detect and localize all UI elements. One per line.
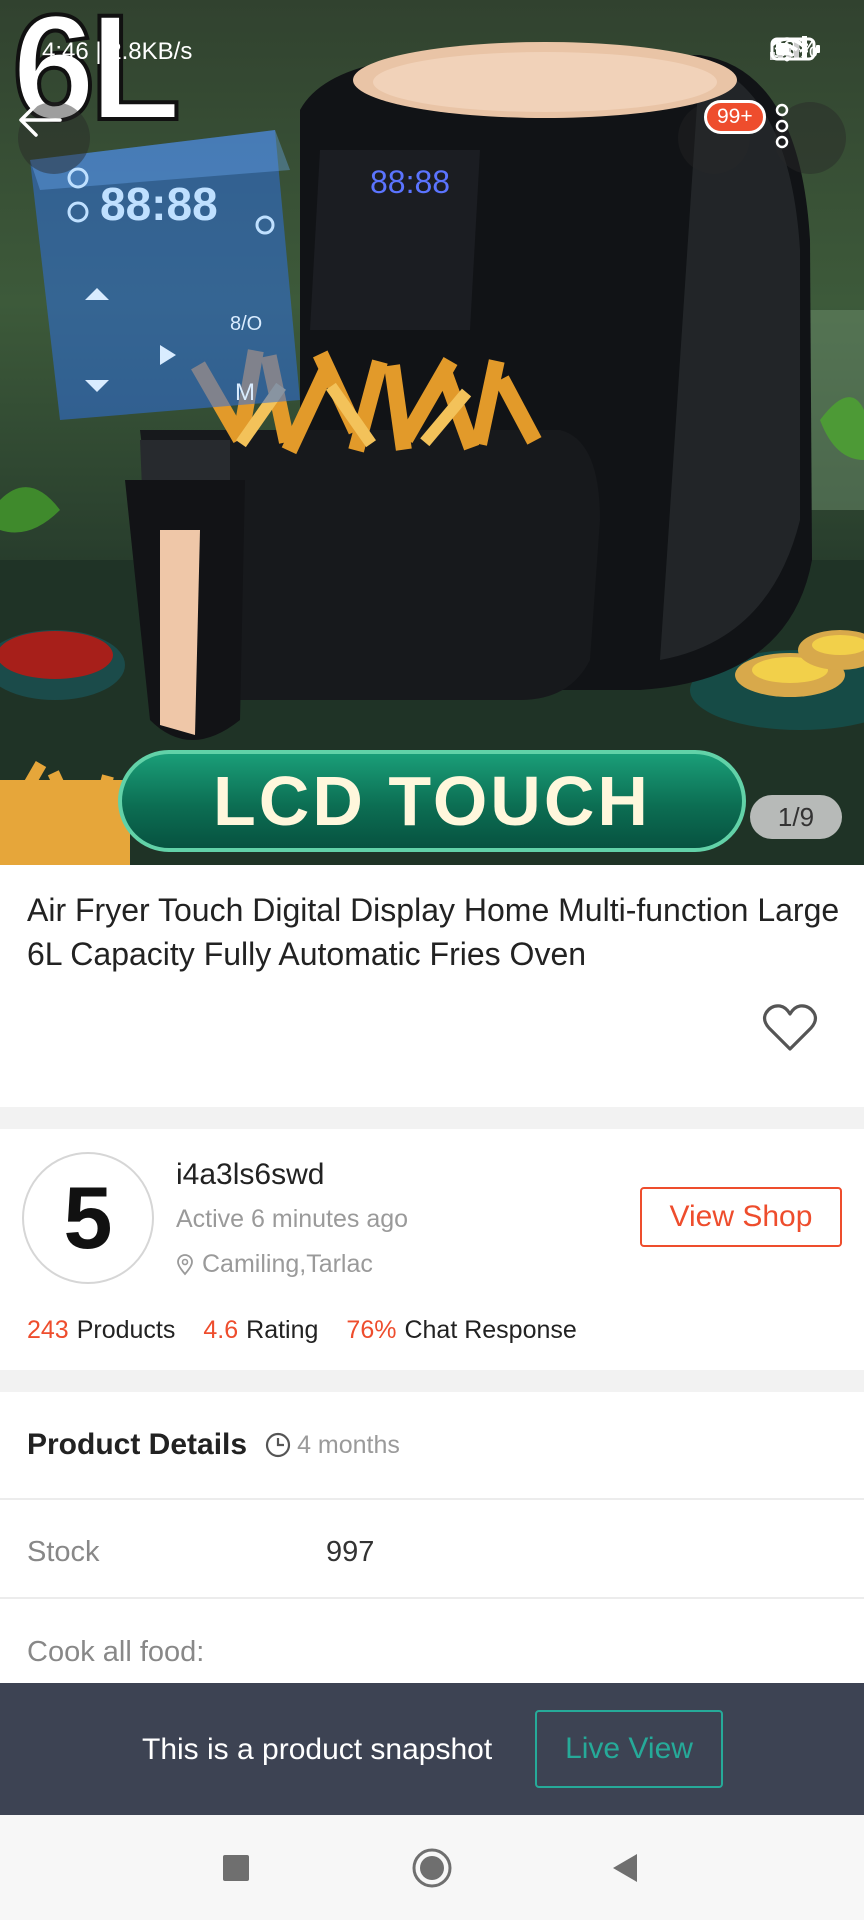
home-button[interactable] [392,1815,472,1920]
shop-active-status: Active 6 minutes ago [176,1205,409,1233]
shop-name[interactable]: i4a3ls6swd [176,1158,324,1192]
section-divider [0,1107,864,1129]
cook-all-food-label: Cook all food: [27,1636,205,1668]
shop-location: Camiling,Tarlac [176,1250,373,1279]
heart-icon [762,1004,818,1051]
product-title: Air Fryer Touch Digital Display Home Mul… [27,892,840,972]
cart-badge: 99+ [704,100,766,134]
status-bar: 4:46 | 2.8KB/s 3 [0,0,864,100]
snapshot-notice: This is a product snapshot [142,1733,493,1766]
shop-avatar[interactable]: 5 [22,1152,154,1284]
lcd-touch-banner: LCD TOUCH [118,750,746,852]
row-divider [0,1597,864,1599]
location-pin-icon [177,1253,193,1275]
arrow-left-icon [19,103,62,137]
stat-label: Products [76,1316,176,1344]
product-details-title: Product Details [27,1428,248,1461]
square-icon [223,1854,249,1881]
favorite-button[interactable] [762,1003,818,1053]
section-divider [0,1370,864,1392]
svg-text:M: M [235,379,255,406]
stat-label: Rating [246,1316,319,1344]
stat-products: 243 Products [27,1316,175,1345]
snapshot-bar: This is a product snapshot Live View [0,1683,864,1815]
shop-stats: 243 Products 4.6 Rating 76% Chat Response [27,1316,577,1345]
home-circle-icon [412,1848,452,1887]
stat-value: 243 [27,1316,69,1344]
stat-label: Chat Response [404,1316,577,1344]
row-divider [0,1498,864,1500]
back-nav-button[interactable] [585,1815,665,1920]
view-shop-button[interactable]: View Shop [640,1187,842,1247]
product-details-header: Product Details 4 months [27,1428,400,1462]
battery-icon [770,37,820,61]
listing-age: 4 months [265,1431,400,1460]
stat-value: 76% [346,1316,397,1344]
product-image-carousel[interactable]: 88:88 88:88 8/O M 6L 4:46 | 2.8KB/s 99+ … [0,0,864,865]
more-options-button[interactable] [774,102,846,174]
stat-value: 4.6 [203,1316,239,1344]
listing-age-text: 4 months [297,1430,400,1459]
stat-chat-response: 76% Chat Response [346,1316,576,1345]
svg-text:88:88: 88:88 [100,178,218,230]
system-navigation-bar [0,1815,864,1920]
stock-label: Stock [27,1536,100,1568]
stock-value: 997 [326,1536,375,1568]
triangle-back-icon [613,1853,637,1882]
clock-icon [265,1432,291,1458]
back-button[interactable] [18,102,90,174]
more-vertical-icon [775,103,789,149]
shop-location-text: Camiling,Tarlac [202,1250,373,1278]
image-page-indicator: 1/9 [750,795,842,839]
status-icons: 33% [769,36,820,64]
svg-text:8/O: 8/O [230,313,262,335]
stat-rating: 4.6 Rating [203,1316,318,1345]
recents-button[interactable] [196,1815,276,1920]
svg-text:88:88: 88:88 [370,164,450,200]
status-time: 4:46 | 2.8KB/s [42,38,193,65]
live-view-button[interactable]: Live View [535,1710,723,1788]
